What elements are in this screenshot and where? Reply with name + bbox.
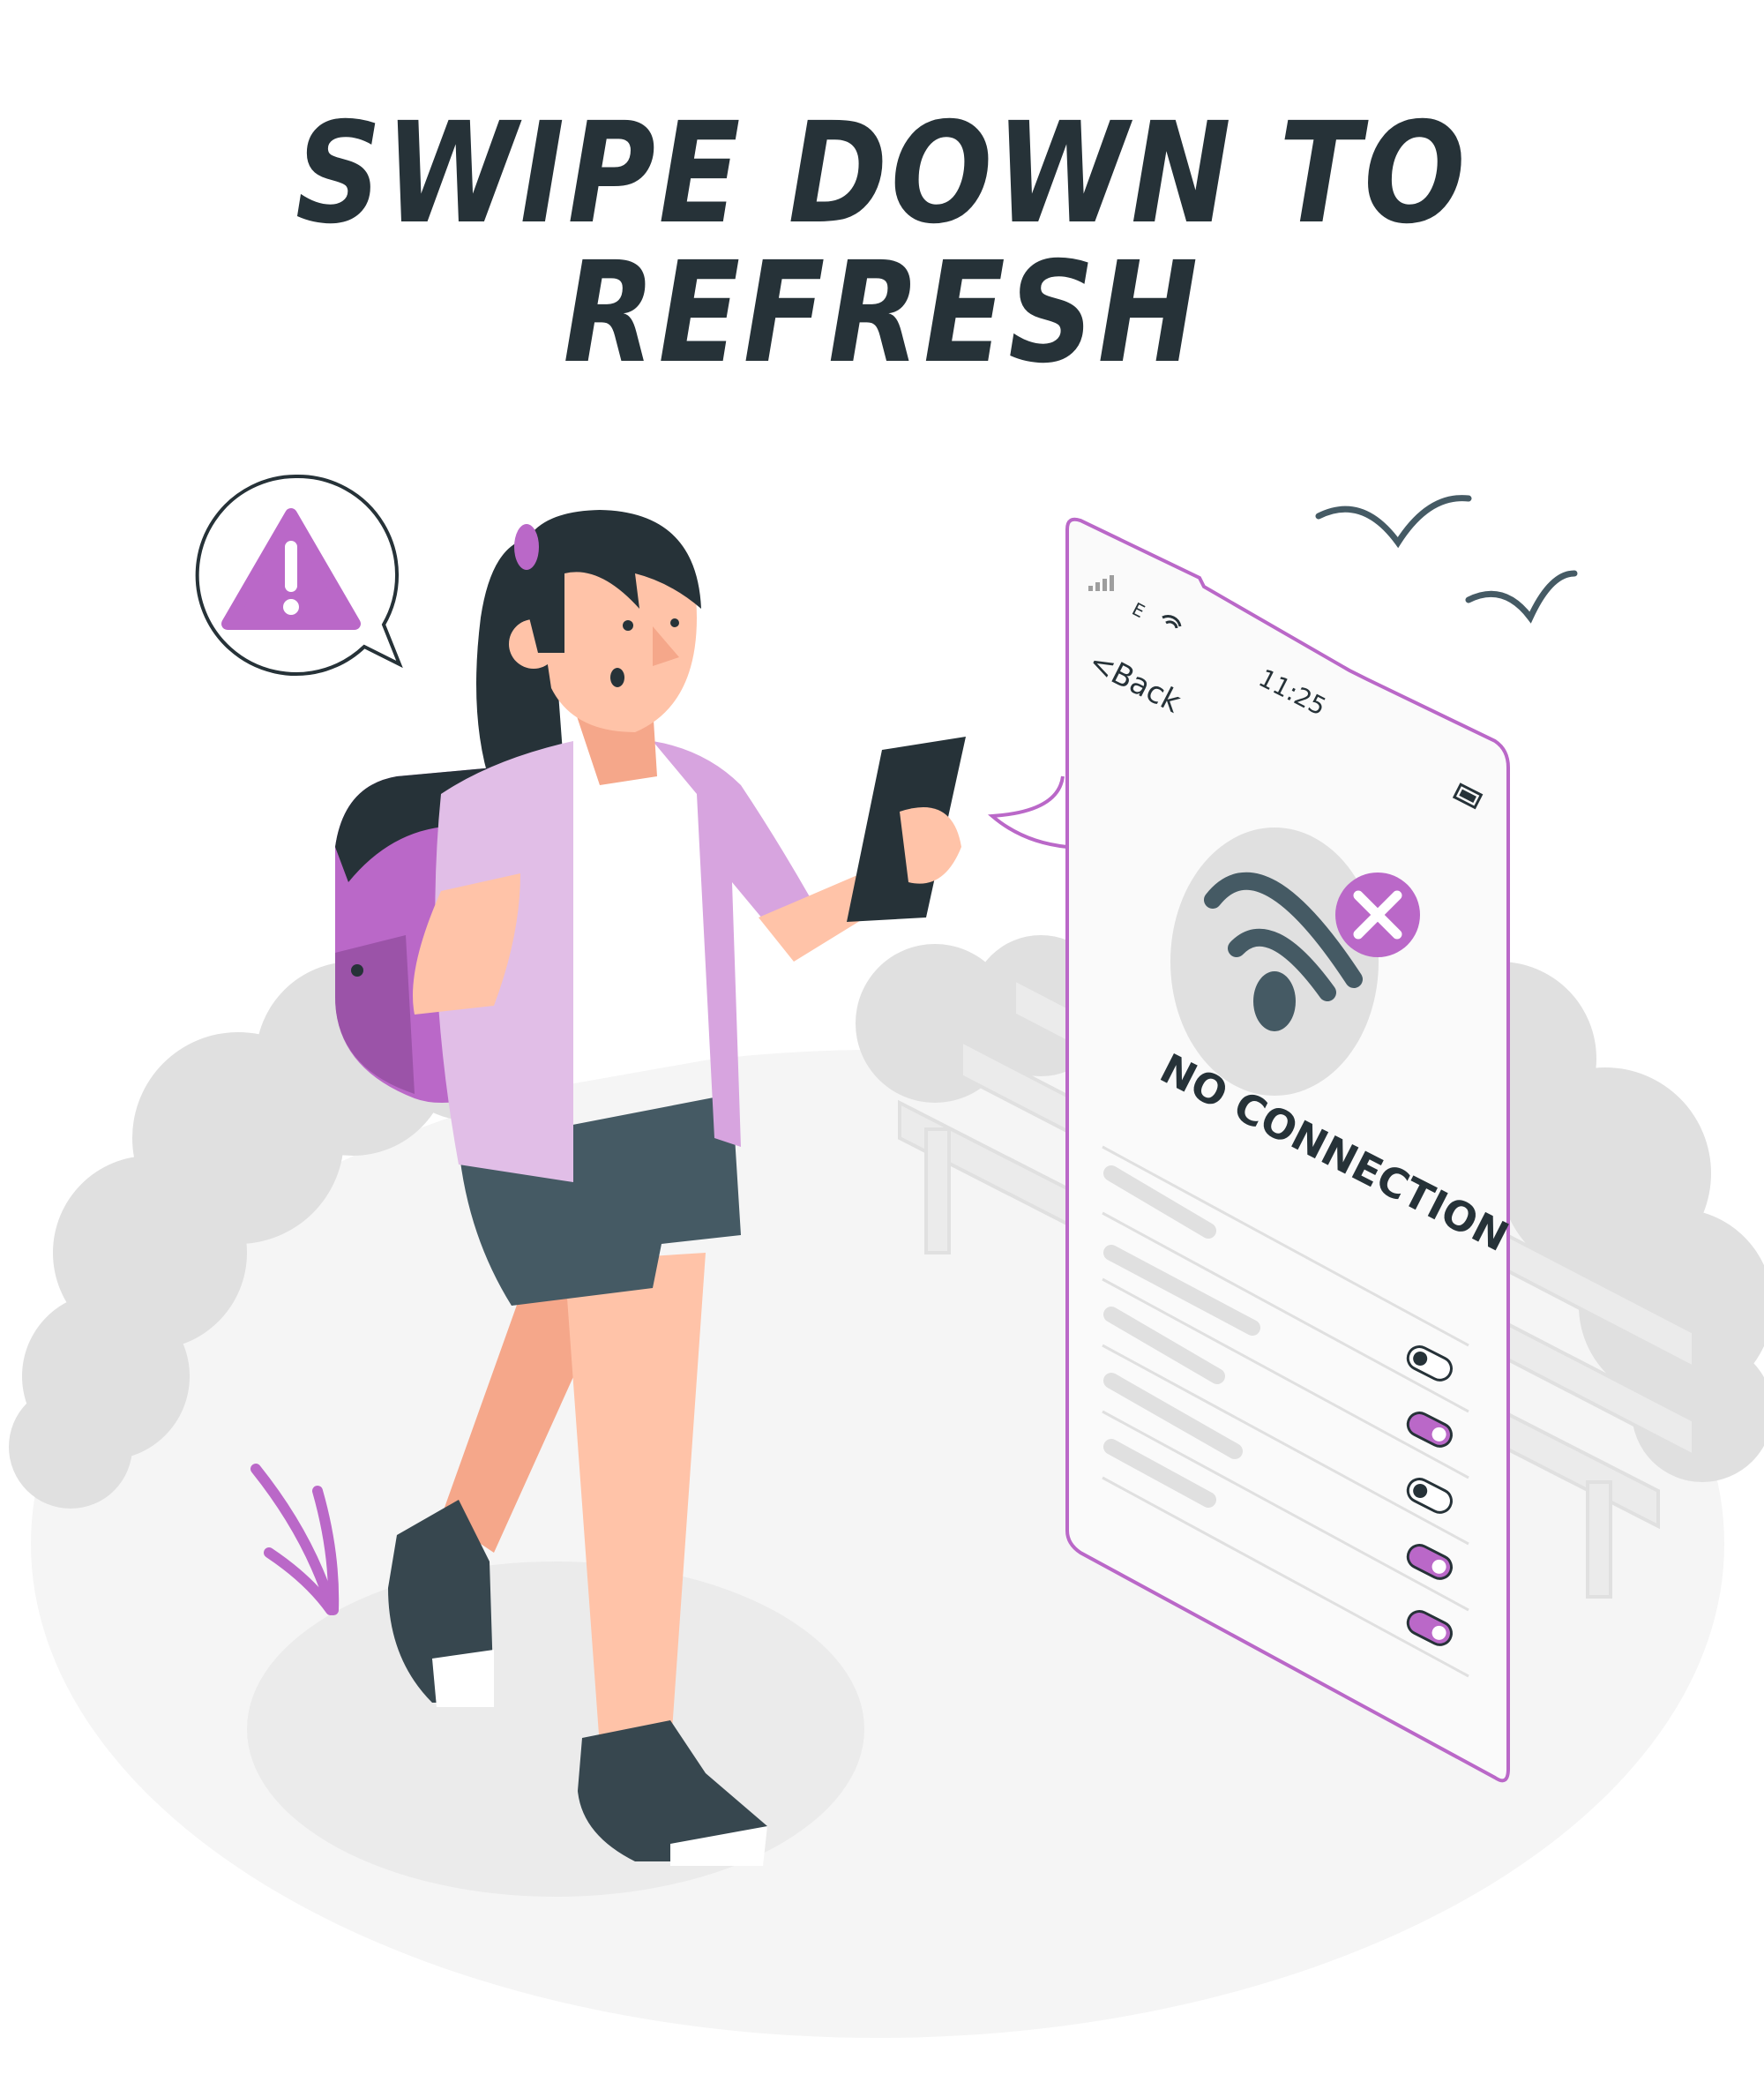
illustration: E <Back 11:25 NO CONNECTION xyxy=(9,474,1764,2038)
birds xyxy=(1315,495,1578,624)
warning-bubble xyxy=(195,474,403,676)
phone-bubble-tail xyxy=(987,775,1068,849)
ground-shadow xyxy=(247,1562,864,1897)
